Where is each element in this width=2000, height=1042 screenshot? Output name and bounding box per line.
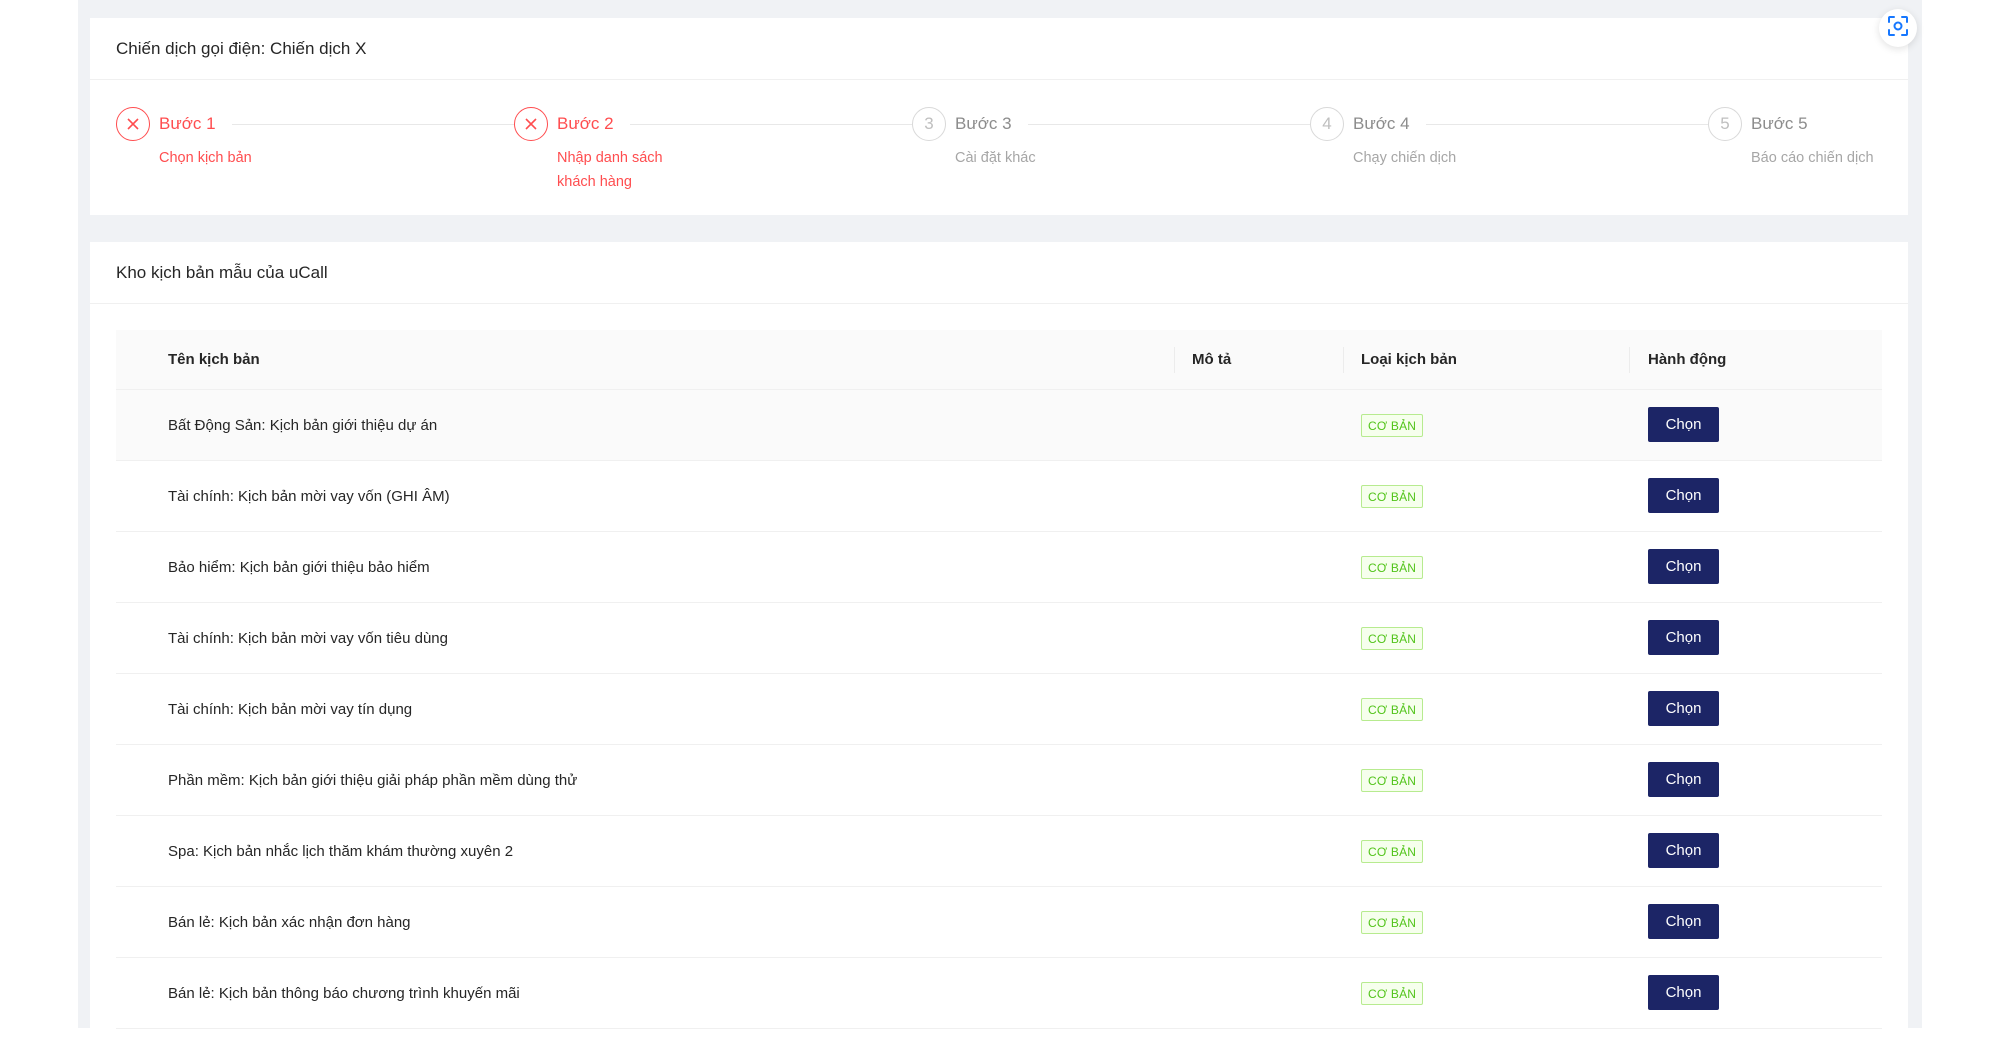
templates-title: Kho kịch bản mẫu của uCall	[90, 242, 1908, 304]
step-5-title: Bước 5	[1751, 114, 1808, 133]
step-connector	[1425, 123, 1708, 125]
type-badge: CƠ BẢN	[1361, 485, 1424, 508]
template-name: Bán lẻ: Kịch bản xác nhận đơn hàng	[168, 913, 411, 931]
choose-button[interactable]: Chọn	[1648, 833, 1719, 868]
template-name: Bất Động Sản: Kịch bản giới thiệu dự án	[168, 416, 438, 434]
step-2-description: Nhập danh sách khách hàng	[557, 150, 663, 190]
type-badge: CƠ BẢN	[1361, 982, 1424, 1005]
step-5-description: Báo cáo chiến dịch	[1751, 150, 1874, 166]
campaign-steps-card: Chiến dịch gọi điện: Chiến dịch X Bước 1…	[90, 18, 1908, 215]
step-connector	[629, 123, 912, 125]
close-icon	[514, 107, 548, 141]
template-name: Bảo hiểm: Kịch bản giới thiệu bảo hiểm	[168, 558, 430, 576]
table-row: Phần mềm: Kịch bản giới thiệu giải pháp …	[116, 745, 1882, 816]
step-4-number: 4	[1310, 107, 1344, 141]
step-3-number: 3	[912, 107, 946, 141]
step-4-description: Chạy chiến dịch	[1353, 150, 1457, 166]
table-row: Tài chính: Kịch bản mời vay vốn tiêu dùn…	[116, 603, 1882, 674]
choose-button[interactable]: Chọn	[1648, 975, 1719, 1010]
step-connector	[1027, 123, 1310, 125]
template-name: Spa: Kịch bản nhắc lịch thăm khám thường…	[168, 842, 514, 860]
step-3-title: Bước 3	[955, 114, 1012, 133]
templates-card: Kho kịch bản mẫu của uCall Tên kịch bản …	[90, 242, 1908, 1042]
step-2-title: Bước 2	[557, 114, 614, 133]
choose-button[interactable]: Chọn	[1648, 478, 1719, 513]
scan-icon	[1887, 15, 1909, 42]
step-5-number: 5	[1708, 107, 1742, 141]
step-4[interactable]: 4 Bước 4 Chạy chiến dịch	[1310, 106, 1708, 206]
template-name: Bán lẻ: Kịch bản thông báo chương trình …	[168, 984, 520, 1002]
campaign-title: Chiến dịch gọi điện: Chiến dịch X	[90, 18, 1908, 80]
table-header: Tên kịch bản Mô tả Loại kịch bản Hành độ…	[116, 330, 1882, 390]
step-1-title: Bước 1	[159, 114, 216, 133]
choose-button[interactable]: Chọn	[1648, 549, 1719, 584]
type-badge: CƠ BẢN	[1361, 414, 1424, 437]
scan-button[interactable]	[1879, 9, 1917, 47]
step-4-title: Bước 4	[1353, 114, 1410, 133]
column-divider	[1629, 347, 1630, 373]
step-3[interactable]: 3 Bước 3 Cài đặt khác	[912, 106, 1310, 206]
table-row: Bất Động Sản: Kịch bản giới thiệu dự án …	[116, 390, 1882, 461]
template-name: Tài chính: Kịch bản mời vay vốn tiêu dùn…	[168, 629, 448, 647]
step-3-description: Cài đặt khác	[955, 150, 1036, 166]
choose-button[interactable]: Chọn	[1648, 762, 1719, 797]
table-row: Spa: Kịch bản nhắc lịch thăm khám thường…	[116, 816, 1882, 887]
column-divider	[1343, 347, 1344, 373]
table-row: Bán lẻ: Kịch bản xác nhận đơn hàng CƠ BẢ…	[116, 887, 1882, 958]
close-icon	[116, 107, 150, 141]
template-name: Tài chính: Kịch bản mời vay vốn (GHI ÂM)	[168, 487, 450, 505]
step-1-description: Chọn kịch bản	[159, 150, 252, 166]
table-row: Bán lẻ: Kịch bản thông báo chương trình …	[116, 958, 1882, 1029]
step-5[interactable]: 5 Bước 5 Báo cáo chiến dịch	[1708, 106, 1892, 206]
type-badge: CƠ BẢN	[1361, 698, 1424, 721]
column-header-description: Mô tả	[1192, 351, 1232, 368]
choose-button[interactable]: Chọn	[1648, 620, 1719, 655]
choose-button[interactable]: Chọn	[1648, 407, 1719, 442]
steps-bar: Bước 1 Chọn kịch bản Bước 2 Nhập danh sá…	[116, 106, 1892, 206]
type-badge: CƠ BẢN	[1361, 911, 1424, 934]
template-name: Phần mềm: Kịch bản giới thiệu giải pháp …	[168, 771, 578, 789]
step-2[interactable]: Bước 2 Nhập danh sách khách hàng	[514, 106, 912, 206]
table-row: Tài chính: Kịch bản mời vay tín dụng CƠ …	[116, 674, 1882, 745]
choose-button[interactable]: Chọn	[1648, 691, 1719, 726]
column-header-type: Loại kịch bản	[1361, 351, 1457, 368]
type-badge: CƠ BẢN	[1361, 769, 1424, 792]
template-name: Tài chính: Kịch bản mời vay tín dụng	[168, 700, 413, 718]
templates-table: Tên kịch bản Mô tả Loại kịch bản Hành độ…	[116, 330, 1882, 1029]
choose-button[interactable]: Chọn	[1648, 904, 1719, 939]
column-divider	[1174, 347, 1175, 373]
column-header-name: Tên kịch bản	[168, 351, 260, 368]
type-badge: CƠ BẢN	[1361, 627, 1424, 650]
step-connector	[231, 123, 514, 125]
type-badge: CƠ BẢN	[1361, 840, 1424, 863]
step-1[interactable]: Bước 1 Chọn kịch bản	[116, 106, 514, 206]
table-row: Bảo hiểm: Kịch bản giới thiệu bảo hiểm C…	[116, 532, 1882, 603]
table-row: Tài chính: Kịch bản mời vay vốn (GHI ÂM)…	[116, 461, 1882, 532]
column-header-action: Hành động	[1648, 351, 1727, 368]
type-badge: CƠ BẢN	[1361, 556, 1424, 579]
